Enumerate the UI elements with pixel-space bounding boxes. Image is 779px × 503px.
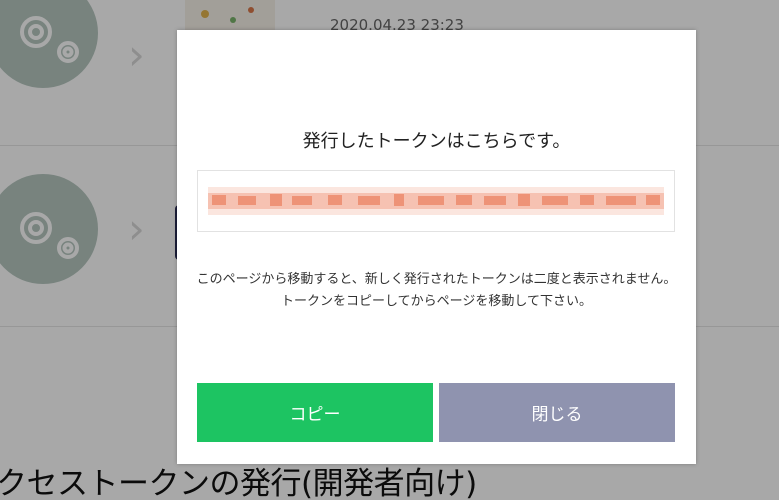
token-blur-image [208, 187, 664, 215]
close-button[interactable]: 閉じる [439, 383, 675, 442]
token-field[interactable] [197, 170, 675, 232]
dialog-message: このページから移動すると、新しく発行されたトークンは二度と表示されません。トーク… [196, 272, 677, 309]
dialog-title: 発行したトークンはこちらです。 [302, 131, 571, 152]
copy-button[interactable]: コピー [197, 383, 433, 442]
token-dialog: 発行したトークンはこちらです。 このページから移動すると、新しく発行されたトーク… [177, 30, 696, 464]
